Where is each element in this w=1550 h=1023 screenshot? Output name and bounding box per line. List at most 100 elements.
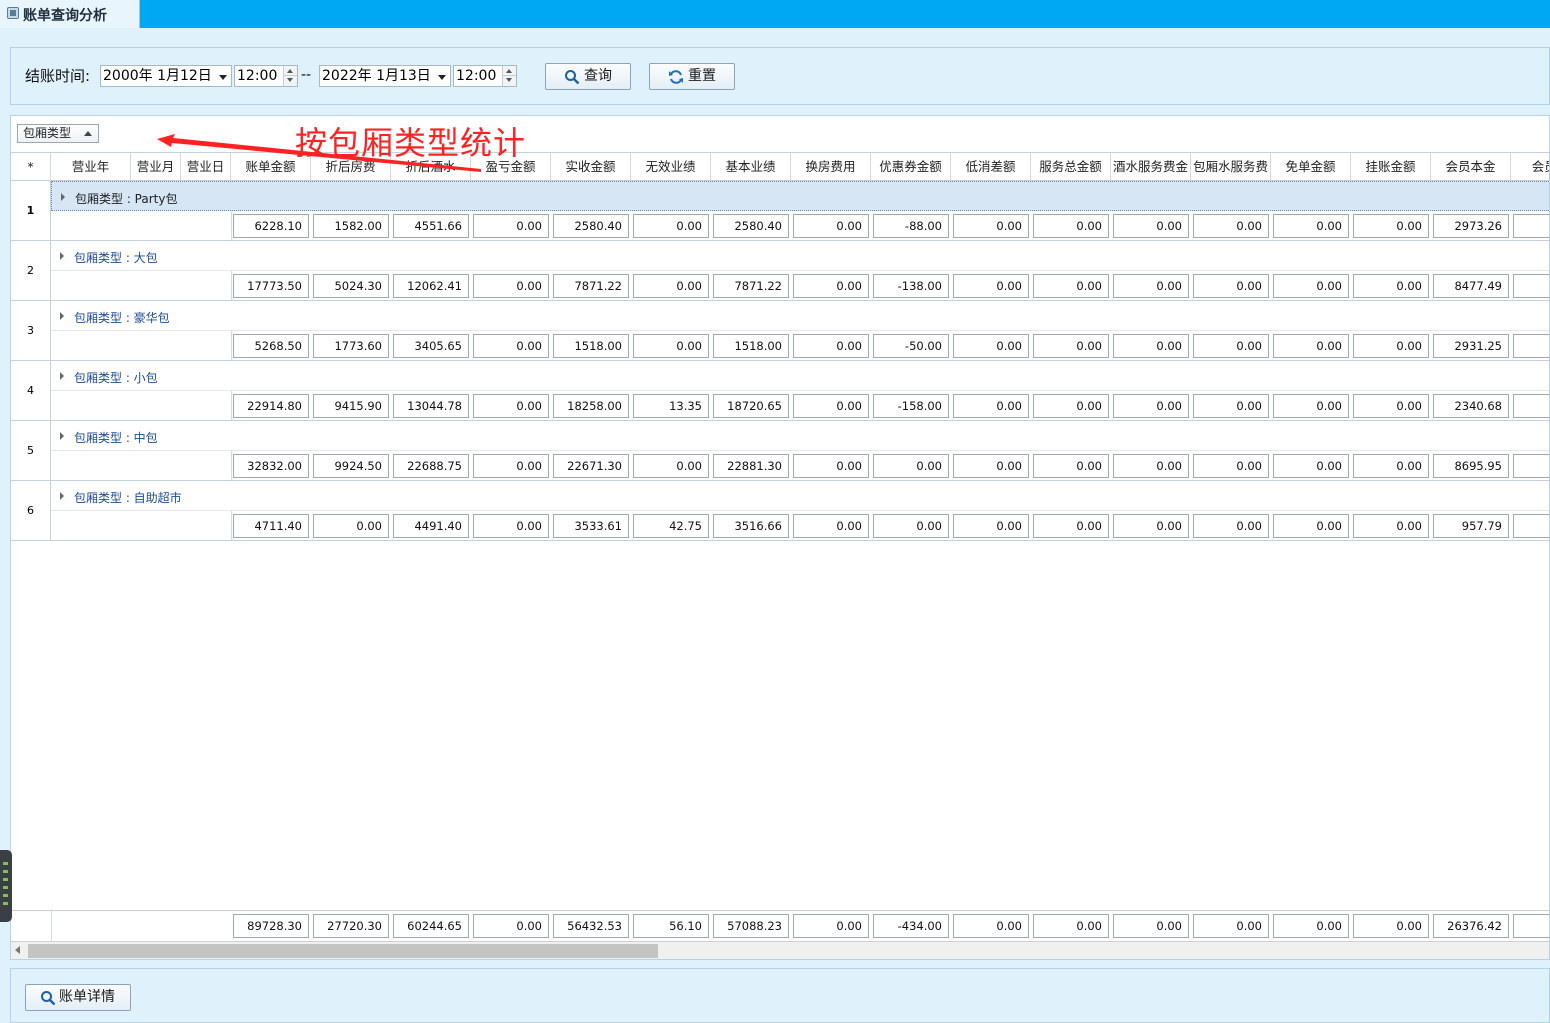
column-header[interactable]: 免单金额 — [1271, 153, 1351, 181]
summary-cell: -138.00 — [873, 274, 949, 298]
summary-cell: 0.00 — [873, 454, 949, 478]
column-header[interactable]: 会员本金 — [1431, 153, 1511, 181]
group-row[interactable]: 包厢类型 : Party包 — [51, 181, 1549, 211]
total-cell: 0.00 — [793, 914, 869, 938]
end-date-picker[interactable]: 2022年 1月13日 — [319, 65, 451, 87]
end-date-value: 2022年 1月13日 — [322, 68, 431, 84]
summary-cell: 6228.10 — [233, 214, 309, 238]
cell-divider — [231, 211, 232, 241]
summary-cell: 22671.30 — [553, 454, 629, 478]
search-icon — [41, 991, 56, 1006]
scroll-left-icon[interactable] — [15, 946, 20, 954]
summary-cell: 0.00 — [793, 394, 869, 418]
row-indicator[interactable]: 6 — [11, 481, 51, 541]
total-cell: 89728.30 — [233, 914, 309, 938]
summary-cell: 0.00 — [1033, 334, 1109, 358]
summary-row: 32832.00 9924.50 22688.75 0.00 22671.30 0.00 2… — [51, 451, 1549, 481]
column-header[interactable]: 换房费用 — [791, 153, 871, 181]
spin-down-icon[interactable] — [287, 78, 293, 82]
summary-cell: 0.00 — [1033, 394, 1109, 418]
summary-cell: 0.00 — [793, 214, 869, 238]
row-indicator[interactable]: 2 — [11, 241, 51, 301]
column-header[interactable]: 酒水服务费金 — [1111, 153, 1191, 181]
group-row[interactable]: 包厢类型 : 中包 — [51, 421, 1549, 451]
total-cell: 0.00 — [1353, 914, 1429, 938]
spin-up-icon[interactable] — [287, 69, 293, 73]
horizontal-scrollbar[interactable] — [11, 941, 1549, 959]
summary-cell: 0.00 — [1193, 214, 1269, 238]
summary-cell: 0.00 — [1193, 514, 1269, 538]
reset-button[interactable]: 重置 — [649, 63, 735, 90]
summary-cell: 13044.78 — [393, 394, 469, 418]
query-button-label: 查询 — [584, 68, 612, 84]
column-header[interactable]: 营业年 — [51, 153, 131, 181]
start-date-picker[interactable]: 2000年 1月12日 — [100, 65, 232, 87]
column-header[interactable]: 低消差额 — [951, 153, 1031, 181]
scrollbar-thumb[interactable] — [28, 944, 658, 958]
query-button[interactable]: 查询 — [545, 63, 631, 90]
expand-arrow-icon[interactable] — [60, 492, 64, 500]
column-header[interactable]: 优惠券金额 — [871, 153, 951, 181]
summary-cell: 18258.00 — [553, 394, 629, 418]
column-header[interactable]: 基本业绩 — [711, 153, 791, 181]
end-time-spinner[interactable] — [502, 66, 516, 86]
group-row[interactable]: 包厢类型 : 豪华包 — [51, 301, 1549, 331]
summary-cell: 0.00 — [1113, 214, 1189, 238]
summary-cell: 0.00 — [1113, 514, 1189, 538]
summary-cell: 16 — [1513, 454, 1549, 478]
chevron-down-icon[interactable] — [219, 75, 227, 80]
row-indicator[interactable]: 1 — [11, 181, 51, 241]
bill-detail-button[interactable]: 账单详情 — [25, 984, 131, 1011]
summary-cell: 0.00 — [1193, 334, 1269, 358]
column-header[interactable]: 实收金额 — [551, 153, 631, 181]
column-header[interactable]: 无效业绩 — [631, 153, 711, 181]
expand-arrow-icon[interactable] — [61, 193, 65, 201]
summary-cell: 22688.75 — [393, 454, 469, 478]
row-indicator[interactable]: 4 — [11, 361, 51, 421]
row-indicator[interactable]: 5 — [11, 421, 51, 481]
chevron-down-icon[interactable] — [438, 75, 446, 80]
summary-cell: 957.79 — [1433, 514, 1509, 538]
summary-cell: 0.00 — [1273, 214, 1349, 238]
meter-bar — [3, 902, 8, 905]
total-cell: 0.00 — [1273, 914, 1349, 938]
end-time-input[interactable]: 12:00 — [453, 65, 517, 87]
group-row[interactable]: 包厢类型 : 小包 — [51, 361, 1549, 391]
group-row[interactable]: 包厢类型 : 大包 — [51, 241, 1549, 271]
column-header[interactable]: 服务总金额 — [1031, 153, 1111, 181]
expand-arrow-icon[interactable] — [60, 252, 64, 260]
group-row[interactable]: 包厢类型 : 自助超市 — [51, 481, 1549, 511]
summary-cell: 4711.40 — [233, 514, 309, 538]
summary-cell: 0.00 — [1193, 454, 1269, 478]
spin-down-icon[interactable] — [506, 78, 512, 82]
expand-arrow-icon[interactable] — [60, 432, 64, 440]
total-cell: 56.10 — [633, 914, 709, 938]
row-indicator[interactable]: 3 — [11, 301, 51, 361]
total-cell: 0.00 — [1113, 914, 1189, 938]
group-by-chip[interactable]: 包厢类型 — [17, 124, 99, 143]
side-widget[interactable] — [0, 850, 12, 922]
column-header[interactable]: 会员赠 — [1511, 153, 1549, 181]
spin-up-icon[interactable] — [506, 69, 512, 73]
column-header[interactable]: 挂账金额 — [1351, 153, 1431, 181]
bottom-panel: 账单详情 — [10, 968, 1550, 1023]
cell-divider — [51, 911, 52, 941]
window-tab[interactable]: 账单查询分析 — [0, 0, 140, 28]
cell-divider — [231, 391, 232, 421]
summary-cell: 0.00 — [1193, 274, 1269, 298]
column-header[interactable]: 包厢水服务费 — [1191, 153, 1271, 181]
summary-cell: 8695.95 — [1433, 454, 1509, 478]
expand-arrow-icon[interactable] — [60, 372, 64, 380]
summary-row: 6228.10 1582.00 4551.66 0.00 2580.40 0.00 2580… — [51, 211, 1549, 241]
totals-row: 89728.30 27720.30 60244.65 0.00 56432.53 56.1… — [11, 910, 1549, 941]
summary-cell: 0.00 — [1113, 394, 1189, 418]
start-time-input[interactable]: 12:00 — [234, 65, 298, 87]
cell-divider — [231, 331, 232, 361]
summary-cell: 3533.61 — [553, 514, 629, 538]
expand-arrow-icon[interactable] — [60, 312, 64, 320]
start-time-spinner[interactable] — [283, 66, 297, 86]
window-title: 账单查询分析 — [23, 8, 107, 24]
cell-divider — [231, 511, 232, 541]
total-cell: 57088.23 — [713, 914, 789, 938]
group-label: 包厢类型 : 自助超市 — [74, 491, 182, 505]
